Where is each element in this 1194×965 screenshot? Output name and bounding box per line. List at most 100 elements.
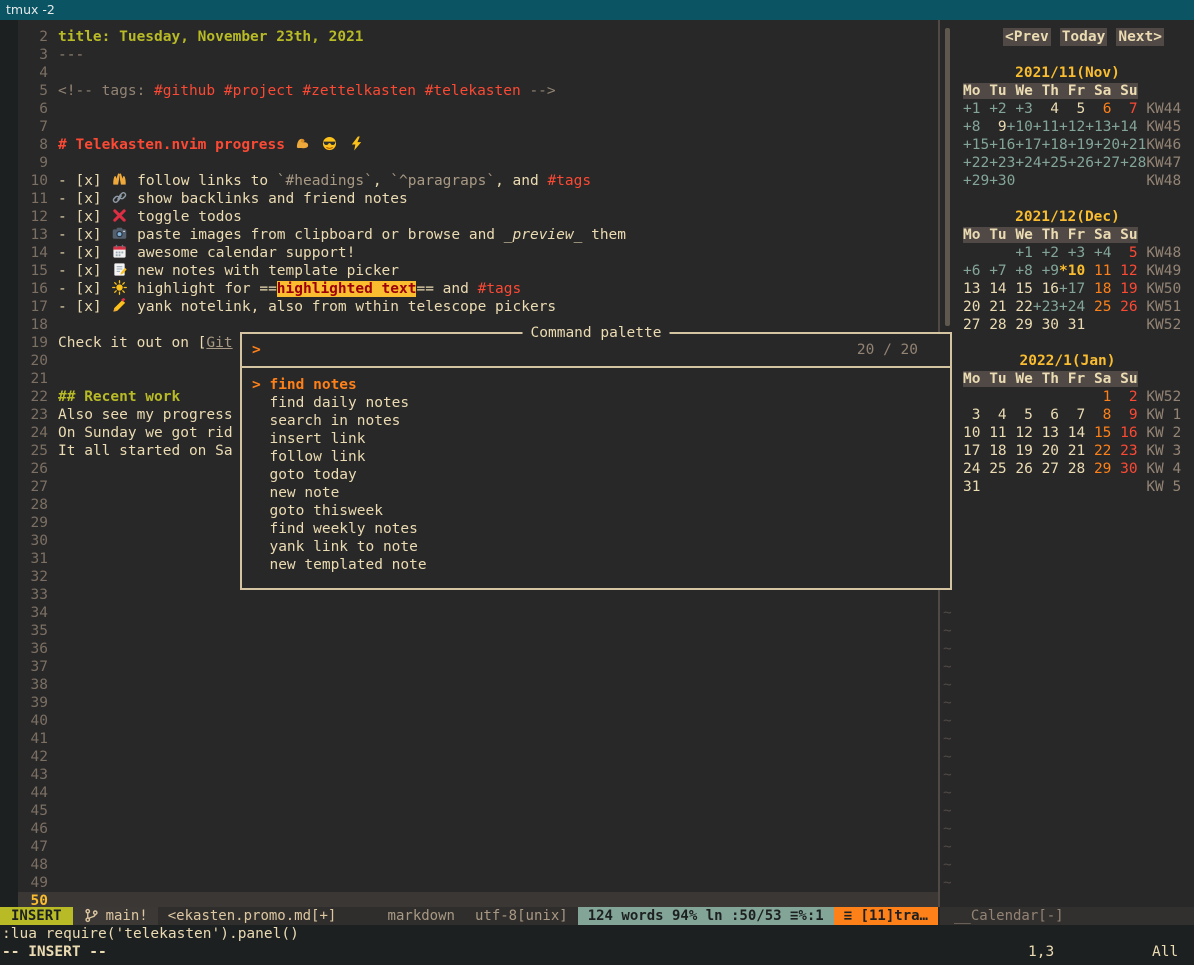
editor-line-13[interactable]: 13- [x] paste images from clipboard or b… (18, 226, 938, 244)
palette-item[interactable]: new templated note (252, 556, 940, 574)
day-with-note[interactable]: +1 +2 +3 (963, 101, 1042, 117)
saturday-cell[interactable]: 18 (1085, 281, 1111, 297)
editor-line-7[interactable]: 7 (18, 118, 938, 136)
calendar-week-row[interactable]: 10 11 12 13 14 15 16KW 2 (941, 424, 1194, 442)
palette-item[interactable]: goto thisweek (252, 502, 940, 520)
day-with-note[interactable]: +29+30 (963, 173, 1015, 189)
editor-line-8[interactable]: 8# Telekasten.nvim progress (18, 136, 938, 154)
saturday-cell[interactable]: 22 (1094, 443, 1120, 459)
calendar-week-row[interactable]: +1 +2 +3 4 5 6 7KW44 (941, 100, 1194, 118)
today-marker[interactable]: *10 (1059, 263, 1085, 279)
editor-line-3[interactable]: 3--- (18, 46, 938, 64)
editor-line-2[interactable]: 2title: Tuesday, November 23th, 2021 (18, 28, 938, 46)
sunday-cell[interactable]: 5 (1120, 245, 1137, 261)
day-with-note[interactable]: +1 +2 +3 +4 (1015, 245, 1120, 261)
editor-line-34[interactable]: 34 (18, 604, 938, 622)
editor-line-12[interactable]: 12- [x] toggle todos (18, 208, 938, 226)
calendar-week-row[interactable]: 1 2KW52 (941, 388, 1194, 406)
editor-line-49[interactable]: 49 (18, 874, 938, 892)
editor-line-17[interactable]: 17- [x] yank notelink, also from wthin t… (18, 298, 938, 316)
sunday-cell[interactable]: 9 (1120, 407, 1137, 423)
calendar-week-row[interactable]: 17 18 19 20 21 22 23KW 3 (941, 442, 1194, 460)
calendar-week-row[interactable]: 27 28 29 30 31KW52 (941, 316, 1194, 334)
editor-line-14[interactable]: 14- [x] awesome calendar support! (18, 244, 938, 262)
calendar-week-row[interactable]: 3 4 5 6 7 8 9KW 1 (941, 406, 1194, 424)
editor-line-41[interactable]: 41 (18, 730, 938, 748)
day-cell[interactable]: 10 11 12 13 14 (963, 425, 1094, 441)
saturday-cell[interactable]: 6 (1094, 101, 1120, 117)
editor-line-36[interactable]: 36 (18, 640, 938, 658)
sunday-cell[interactable]: 30 (1120, 461, 1137, 477)
calendar-week-row[interactable]: +6 +7 +8 +9*10 11 12KW49 (941, 262, 1194, 280)
day-cell[interactable]: 3 4 5 6 7 (963, 407, 1094, 423)
palette-item[interactable]: new note (252, 484, 940, 502)
day-with-note[interactable]: +17 (1059, 281, 1085, 297)
editor-line-44[interactable]: 44 (18, 784, 938, 802)
day-with-note[interactable]: +22+23+24+25+26+27+28 (963, 155, 1146, 171)
calendar-week-row[interactable]: +15+16+17+18+19+20+21KW46 (941, 136, 1194, 154)
editor-line-11[interactable]: 11- [x] show backlinks and friend notes (18, 190, 938, 208)
palette-item[interactable]: insert link (252, 430, 940, 448)
day-with-note[interactable]: +23+24 (1033, 299, 1085, 315)
day-cell[interactable] (963, 245, 1015, 261)
editor-line-47[interactable]: 47 (18, 838, 938, 856)
editor-line-42[interactable]: 42 (18, 748, 938, 766)
calendar-window[interactable]: <Prev Today Next> 2021/11(Nov)Mo Tu We T… (941, 28, 1194, 496)
sunday-cell[interactable]: 7 (1120, 101, 1137, 117)
calendar-week-row[interactable]: +8 9+10+11+12+13+14KW45 (941, 118, 1194, 136)
palette-item[interactable]: find daily notes (252, 394, 940, 412)
day-cell[interactable]: 4 5 (1042, 101, 1094, 117)
day-cell[interactable]: 20 21 22 (963, 299, 1033, 315)
saturday-cell[interactable]: 1 (1094, 389, 1120, 405)
editor-line-39[interactable]: 39 (18, 694, 938, 712)
editor-line-46[interactable]: 46 (18, 820, 938, 838)
saturday-cell[interactable]: 11 (1085, 263, 1111, 279)
editor-line-10[interactable]: 10- [x] follow links to `#headings`, `^p… (18, 172, 938, 190)
palette-item[interactable]: goto today (252, 466, 940, 484)
calendar-week-row[interactable]: +22+23+24+25+26+27+28KW47 (941, 154, 1194, 172)
saturday-cell[interactable]: 15 (1094, 425, 1120, 441)
editor-line-15[interactable]: 15- [x] new notes with template picker (18, 262, 938, 280)
day-with-note[interactable]: +6 +7 +8 +9 (963, 263, 1059, 279)
command-line[interactable]: :lua require('telekasten').panel() (2, 925, 299, 943)
day-cell[interactable]: 13 14 15 16 (963, 281, 1059, 297)
day-cell[interactable]: 27 28 29 30 31 (963, 317, 1085, 333)
editor-line-48[interactable]: 48 (18, 856, 938, 874)
calendar-week-row[interactable]: 20 21 22+23+24 25 26KW51 (941, 298, 1194, 316)
calendar-next-button[interactable]: Next> (1116, 28, 1164, 46)
editor-line-40[interactable]: 40 (18, 712, 938, 730)
day-with-note[interactable]: +15+16+17+18+19+20+21 (963, 137, 1146, 153)
calendar-week-row[interactable]: 24 25 26 27 28 29 30KW 4 (941, 460, 1194, 478)
editor-line-16[interactable]: 16- [x] highlight for ==highlighted text… (18, 280, 938, 298)
calendar-prev-button[interactable]: <Prev (1003, 28, 1051, 46)
editor-line-9[interactable]: 9 (18, 154, 938, 172)
calendar-today-button[interactable]: Today (1060, 28, 1108, 46)
editor-line-35[interactable]: 35 (18, 622, 938, 640)
editor-line-37[interactable]: 37 (18, 658, 938, 676)
day-cell[interactable]: 17 18 19 20 21 (963, 443, 1094, 459)
calendar-week-row[interactable]: +29+30KW48 (941, 172, 1194, 190)
day-with-note[interactable]: +10+11+12+13+14 (1007, 119, 1138, 135)
saturday-cell[interactable]: 29 (1094, 461, 1120, 477)
saturday-cell[interactable]: 8 (1094, 407, 1120, 423)
sunday-cell[interactable]: 2 (1120, 389, 1137, 405)
day-cell[interactable] (963, 389, 1094, 405)
day-cell[interactable]: 9 (989, 119, 1006, 135)
day-cell[interactable]: 31 (963, 479, 980, 495)
palette-item[interactable]: follow link (252, 448, 940, 466)
sunday-cell[interactable]: 16 (1120, 425, 1137, 441)
editor-line-43[interactable]: 43 (18, 766, 938, 784)
sunday-cell[interactable]: 12 (1111, 263, 1137, 279)
sunday-cell[interactable]: 19 (1111, 281, 1137, 297)
sunday-cell[interactable]: 23 (1120, 443, 1137, 459)
day-with-note[interactable]: +8 (963, 119, 989, 135)
calendar-week-row[interactable]: 13 14 15 16+17 18 19KW50 (941, 280, 1194, 298)
editor-line-5[interactable]: 5<!-- tags: #github #project #zettelkast… (18, 82, 938, 100)
saturday-cell[interactable]: 25 (1085, 299, 1111, 315)
palette-item[interactable]: find weekly notes (252, 520, 940, 538)
calendar-week-row[interactable]: 31KW 5 (941, 478, 1194, 496)
calendar-week-row[interactable]: +1 +2 +3 +4 5KW48 (941, 244, 1194, 262)
palette-item[interactable]: yank link to note (252, 538, 940, 556)
editor-line-4[interactable]: 4 (18, 64, 938, 82)
editor-line-45[interactable]: 45 (18, 802, 938, 820)
